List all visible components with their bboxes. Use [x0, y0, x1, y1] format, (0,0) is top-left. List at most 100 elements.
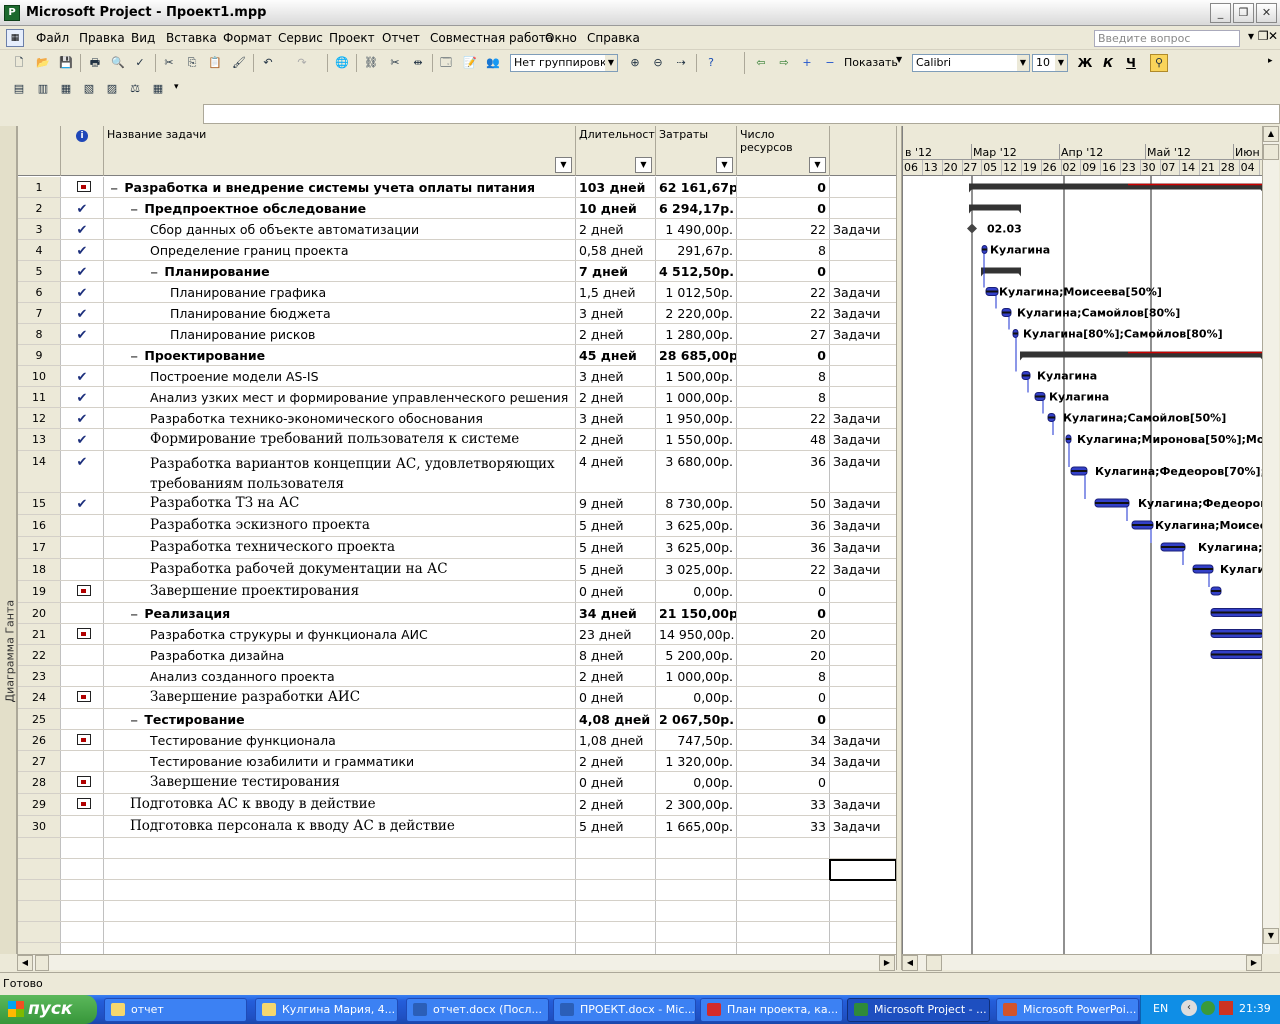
row-number[interactable]: 23	[18, 666, 61, 686]
autofilter-icon[interactable]: ▼	[716, 157, 733, 173]
maximize-button[interactable]: ❐	[1233, 3, 1254, 23]
empty-row[interactable]	[18, 859, 896, 881]
resources-cell[interactable]: 0	[737, 345, 830, 365]
cost-cell[interactable]: 3 680,00р.	[656, 451, 737, 492]
new-icon[interactable]: 🗋	[10, 54, 28, 72]
cost-header[interactable]: Затраты ▼	[656, 126, 737, 176]
cost-cell[interactable]: 5 200,00р.	[656, 645, 737, 665]
split-task-icon[interactable]: ⇹	[409, 54, 427, 72]
extra-cell[interactable]: Задачи	[830, 324, 896, 344]
italic-button[interactable]: К	[1098, 54, 1118, 72]
cost-cell[interactable]: 2 067,50р.	[656, 709, 737, 729]
menu-report[interactable]: Отчет	[382, 31, 420, 45]
row-number[interactable]: 16	[18, 515, 61, 536]
resources-cell[interactable]: 8	[737, 666, 830, 686]
close-button[interactable]: ✕	[1256, 3, 1277, 23]
resources-cell[interactable]: 8	[737, 387, 830, 407]
redo-icon[interactable]: ↷	[293, 54, 311, 72]
resources-cell[interactable]: 22	[737, 559, 830, 580]
task-name-cell[interactable]	[104, 943, 576, 954]
select-all-cell[interactable]	[18, 126, 61, 176]
view-icon-3[interactable]: ▦	[57, 80, 75, 98]
task-name-cell[interactable]: Анализ созданного проекта	[104, 666, 576, 686]
duration-cell[interactable]: 8 дней	[576, 645, 656, 665]
task-info-icon[interactable]: 🗔	[437, 54, 455, 72]
duration-cell[interactable]: 2 дней	[576, 751, 656, 771]
row-number[interactable]: 4	[18, 240, 61, 260]
network-tray-icon[interactable]	[1201, 1001, 1215, 1015]
extra-cell[interactable]	[830, 901, 896, 921]
duration-cell[interactable]: 2 дней	[576, 429, 656, 450]
table-row[interactable]: 7 ✔ Планирование бюджета 3 дней 2 220,00р. 22…	[18, 303, 896, 324]
view-icon-1[interactable]: ▤	[10, 80, 28, 98]
cost-cell[interactable]	[656, 901, 737, 921]
taskbar-button[interactable]: Кулгина Мария, 4...	[255, 998, 398, 1022]
hide-subtasks-icon[interactable]: −	[821, 54, 839, 72]
resources-cell[interactable]	[737, 880, 830, 900]
extra-cell[interactable]	[830, 880, 896, 900]
taskbar-button[interactable]: План проекта, ка...	[700, 998, 843, 1022]
extra-cell[interactable]	[830, 198, 896, 218]
font-size-dropdown[interactable]: 10 ▼	[1032, 54, 1068, 72]
table-row[interactable]: 29 Подготовка АС к вводу в действие 2 дней…	[18, 794, 896, 816]
paste-icon[interactable]: 📋	[206, 54, 224, 72]
scroll-thumb[interactable]	[1263, 144, 1279, 160]
scroll-right-icon[interactable]: ▶	[879, 955, 895, 971]
cost-cell[interactable]: 3 025,00р.	[656, 559, 737, 580]
task-name-cell[interactable]: − Разработка и внедрение системы учета оп…	[104, 177, 576, 197]
grouping-dropdown[interactable]: Нет группировки ▼	[510, 54, 618, 72]
extra-cell[interactable]	[830, 387, 896, 407]
resources-cell[interactable]: 0	[737, 198, 830, 218]
sheet-horizontal-scrollbar[interactable]: ◀ ▶	[17, 954, 896, 971]
balance-icon[interactable]: ⚖	[126, 80, 144, 98]
resources-cell[interactable]: 36	[737, 515, 830, 536]
task-name-cell[interactable]	[104, 901, 576, 921]
row-number[interactable]: 21	[18, 624, 61, 644]
show-menu-button[interactable]: Показать	[844, 56, 898, 69]
task-name-cell[interactable]: − Тестирование	[104, 709, 576, 729]
extra-cell[interactable]: Задачи	[830, 282, 896, 302]
table-row[interactable]: 4 ✔ Определение границ проекта 0,58 дней 291…	[18, 240, 896, 261]
resources-cell[interactable]: 27	[737, 324, 830, 344]
underline-button[interactable]: Ч	[1121, 54, 1141, 72]
autofilter-icon[interactable]: ▼	[555, 157, 572, 173]
duration-cell[interactable]: 5 дней	[576, 537, 656, 558]
cost-cell[interactable]: 2 220,00р.	[656, 303, 737, 323]
project-app-icon[interactable]: P	[4, 5, 20, 21]
extra-header[interactable]	[830, 126, 896, 176]
table-row[interactable]: 23 Анализ созданного проекта 2 дней 1 000,0…	[18, 666, 896, 687]
row-number[interactable]: 7	[18, 303, 61, 323]
empty-row[interactable]	[18, 880, 896, 901]
duration-cell[interactable]	[576, 901, 656, 921]
row-number[interactable]: 18	[18, 559, 61, 580]
table-row[interactable]: 22 Разработка дизайна 8 дней 5 200,00р. 20	[18, 645, 896, 666]
task-name-cell[interactable]: Планирование бюджета	[104, 303, 576, 323]
table-view-icon[interactable]: ▦	[149, 80, 167, 98]
duration-cell[interactable]: 103 дней	[576, 177, 656, 197]
extra-cell[interactable]: Задачи	[830, 794, 896, 815]
view-icon-2[interactable]: ▥	[34, 80, 52, 98]
undo-icon[interactable]: ↶	[259, 54, 277, 72]
taskbar-button[interactable]: ПРОЕКТ.docx - Mic...	[553, 998, 696, 1022]
cost-cell[interactable]	[656, 943, 737, 954]
help-icon[interactable]: ?	[702, 54, 720, 72]
toolbar-options-icon[interactable]: ▸	[1268, 56, 1273, 66]
format-painter-icon[interactable]: 🖌	[230, 54, 248, 72]
extra-cell[interactable]: Задачи	[830, 816, 896, 837]
print-preview-icon[interactable]: 🔍	[109, 54, 127, 72]
resources-cell[interactable]: 8	[737, 240, 830, 260]
duration-cell[interactable]: 0 дней	[576, 581, 656, 602]
cost-cell[interactable]	[656, 838, 737, 858]
extra-cell[interactable]	[830, 772, 896, 793]
extra-cell[interactable]	[830, 838, 896, 858]
menu-edit[interactable]: Правка	[79, 31, 125, 45]
resources-cell[interactable]	[737, 922, 830, 942]
duration-cell[interactable]: 4 дней	[576, 451, 656, 492]
resources-cell[interactable]: 0	[737, 603, 830, 623]
resources-cell[interactable]: 22	[737, 408, 830, 428]
extra-cell[interactable]	[830, 645, 896, 665]
duration-cell[interactable]: 1,5 дней	[576, 282, 656, 302]
resources-cell[interactable]: 0	[737, 177, 830, 197]
task-name-cell[interactable]	[104, 880, 576, 900]
close-doc-icon[interactable]: ✕	[1268, 29, 1278, 43]
